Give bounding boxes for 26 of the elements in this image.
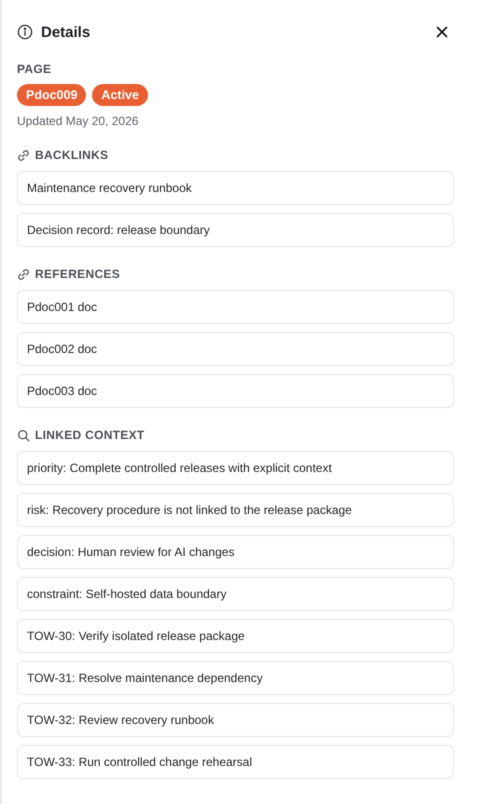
linked-item[interactable]: constraint: Self-hosted data boundary xyxy=(17,577,454,611)
linked-item[interactable]: TOW-32: Review recovery runbook xyxy=(17,703,454,737)
linked-item[interactable]: decision: Human review for AI changes xyxy=(17,535,454,569)
search-icon xyxy=(17,428,30,442)
linked-item[interactable]: Pdoc003 doc xyxy=(17,374,454,408)
linked-item[interactable]: Decision record: release boundary xyxy=(17,213,454,247)
close-icon xyxy=(436,26,448,38)
linked-item[interactable]: Maintenance recovery runbook xyxy=(17,171,454,205)
section-heading: LINKED CONTEXT xyxy=(35,428,145,442)
tag-badge: Active xyxy=(92,84,148,106)
linked-item[interactable]: priority: Complete controlled releases with explicit context xyxy=(17,451,454,485)
panel-title: Details xyxy=(41,24,92,40)
linked-item[interactable]: risk: Recovery procedure is not linked to the release package xyxy=(17,493,454,527)
linked-item[interactable]: Pdoc002 doc xyxy=(17,332,454,366)
section-heading: REFERENCES xyxy=(35,267,120,281)
section-label: PAGE xyxy=(17,62,52,76)
linked-item[interactable]: TOW-30: Verify isolated release package xyxy=(17,619,454,653)
linked-item[interactable]: Pdoc001 doc xyxy=(17,290,454,324)
link-icon xyxy=(17,148,30,162)
updated-date: Updated May 20, 2026 xyxy=(17,114,140,128)
link-icon xyxy=(17,268,30,280)
tag-badge: Pdoc009 xyxy=(17,84,86,106)
info-icon xyxy=(17,24,33,40)
section-heading: BACKLINKS xyxy=(35,148,108,162)
linked-item[interactable]: TOW-33: Run controlled change rehearsal xyxy=(17,745,454,779)
linked-item[interactable]: TOW-31: Resolve maintenance dependency xyxy=(17,661,454,695)
